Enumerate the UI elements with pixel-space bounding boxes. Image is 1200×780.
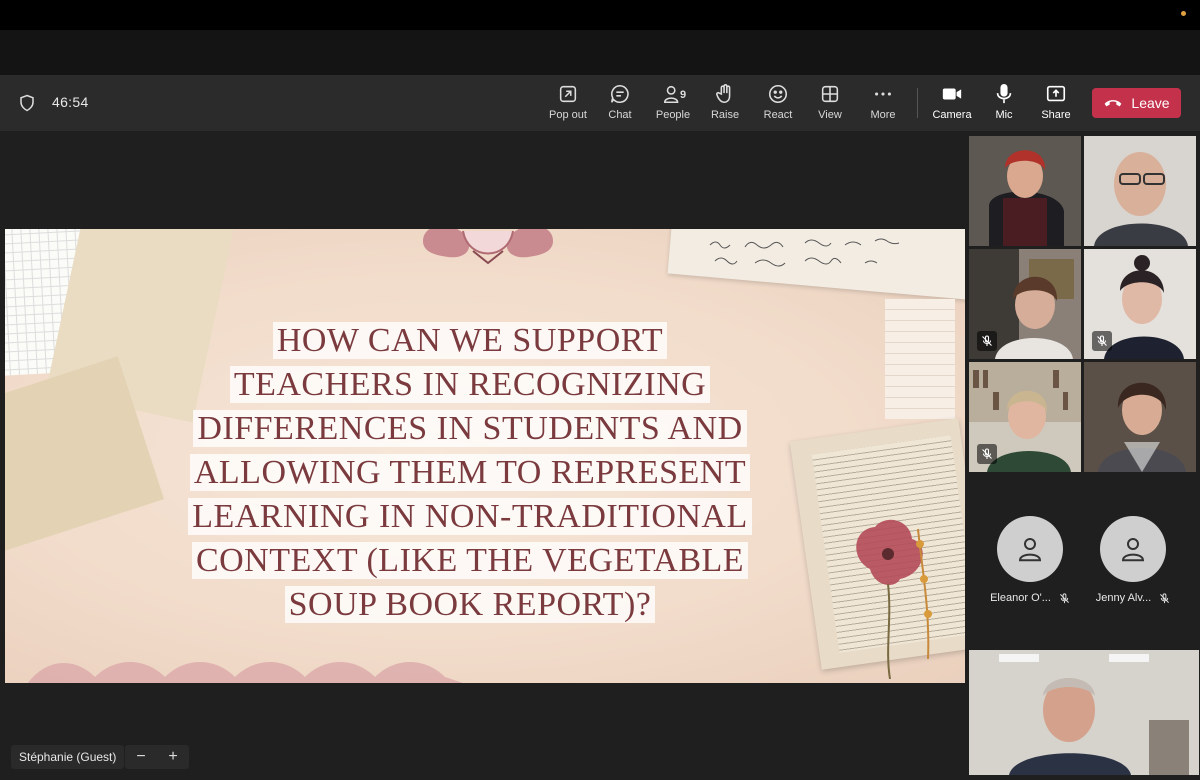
popout-button[interactable]: Pop out: [542, 83, 594, 125]
top-strip: [0, 0, 1200, 30]
participant-gallery: Eleanor O'... Jenny Alv...: [968, 131, 1200, 780]
ornament-bottom: [28, 662, 463, 683]
slide-line: LEARNING IN NON-TRADITIONAL: [188, 498, 752, 535]
zoom-control: − +: [125, 745, 189, 769]
muted-indicator: [977, 331, 997, 351]
leave-label: Leave: [1131, 95, 1170, 111]
shared-content-stage: HOW CAN WE SUPPORT TEACHERS IN RECOGNIZI…: [0, 131, 968, 780]
slide-line: TEACHERS IN RECOGNIZING: [229, 366, 711, 403]
zoom-in-button[interactable]: +: [168, 748, 177, 766]
muted-indicator: [977, 444, 997, 464]
participant-video-tile[interactable]: [969, 362, 1081, 472]
popout-label: Pop out: [549, 109, 587, 121]
mic-off-icon: [982, 448, 992, 459]
title-band: [0, 30, 1200, 75]
people-button[interactable]: 9 People: [647, 83, 699, 125]
camera-label: Camera: [932, 109, 972, 121]
mic-off-icon: [982, 335, 992, 346]
view-button[interactable]: View: [804, 83, 856, 125]
ornament-top: [423, 229, 553, 265]
pressed-flower-image: [856, 519, 932, 679]
hang-up-icon: [1105, 100, 1122, 107]
participant-video-image: [1084, 362, 1196, 472]
slide-line: CONTEXT (LIKE THE VEGETABLE: [191, 542, 749, 579]
react-label: React: [763, 109, 793, 121]
react-button[interactable]: React: [752, 83, 804, 125]
hand-icon: [715, 84, 731, 104]
mic-off-icon: [1097, 335, 1107, 346]
participant-video-image: [969, 650, 1199, 775]
mic-off-icon: [1160, 592, 1170, 603]
participant-name: Jenny Alv...: [1095, 592, 1152, 604]
slide-line: SOUP BOOK REPORT)?: [284, 586, 656, 623]
leave-button[interactable]: Leave: [1092, 88, 1181, 118]
participant-video-tile[interactable]: [969, 249, 1081, 359]
popout-icon: [559, 85, 577, 103]
grid-view-icon: [821, 85, 839, 103]
participant-name: Eleanor O'...: [990, 592, 1051, 604]
participant-video-tile[interactable]: [1084, 249, 1196, 359]
zoom-out-button[interactable]: −: [136, 748, 145, 766]
participant-avatar-tile[interactable]: Eleanor O'...: [980, 511, 1080, 611]
muted-indicator: [1092, 331, 1112, 351]
mic-off-icon: [1059, 592, 1069, 603]
participant-video-tile[interactable]: [969, 136, 1081, 246]
more-label: More: [870, 109, 896, 121]
handwriting: [705, 233, 925, 273]
microphone-icon: [996, 84, 1012, 104]
shield-icon[interactable]: [18, 94, 36, 112]
person-icon: [1018, 538, 1042, 562]
share-icon: [1046, 85, 1066, 102]
mic-label: Mic: [995, 109, 1013, 121]
camera-icon: [942, 88, 962, 100]
participant-video-image: [1084, 136, 1196, 246]
raise-hand-button[interactable]: Raise: [699, 83, 751, 125]
people-count: 9: [680, 89, 687, 101]
shared-slide: HOW CAN WE SUPPORT TEACHERS IN RECOGNIZI…: [5, 229, 965, 683]
person-icon: [1121, 538, 1145, 562]
lined-note: [885, 299, 955, 419]
participant-video-tile[interactable]: [1084, 136, 1196, 246]
participant-avatar-tile[interactable]: Jenny Alv...: [1083, 511, 1183, 611]
smiley-icon: [768, 84, 788, 104]
slide-line: DIFFERENCES IN STUDENTS AND: [193, 410, 747, 447]
avatar: [1100, 516, 1166, 582]
participant-video-tile[interactable]: [1084, 362, 1196, 472]
slide-line: HOW CAN WE SUPPORT: [272, 322, 668, 359]
avatar: [997, 516, 1063, 582]
status-dot: [1181, 11, 1186, 16]
raise-label: Raise: [710, 109, 740, 121]
more-icon: [875, 92, 891, 96]
view-label: View: [818, 109, 842, 121]
meeting-timer: 46:54: [52, 94, 89, 110]
meeting-toolbar: 46:54 Pop out Chat 9 People Raise React …: [0, 75, 1200, 131]
chat-icon: [610, 84, 629, 104]
mic-button[interactable]: Mic: [978, 83, 1030, 125]
chat-button[interactable]: Chat: [594, 83, 646, 125]
chat-label: Chat: [608, 109, 632, 121]
camera-button[interactable]: Camera: [926, 83, 978, 125]
presenter-name-tag: Stéphanie (Guest): [11, 745, 125, 769]
people-label: People: [655, 109, 691, 121]
participant-video-image: [969, 136, 1081, 246]
toolbar-divider: [917, 88, 918, 118]
share-label: Share: [1041, 109, 1071, 121]
participant-video-tile[interactable]: [969, 650, 1199, 775]
slide-question: HOW CAN WE SUPPORT TEACHERS IN RECOGNIZI…: [185, 319, 755, 627]
more-button[interactable]: More: [857, 83, 909, 125]
slide-line: ALLOWING THEM TO REPRESENT: [189, 454, 751, 491]
share-button[interactable]: Share: [1030, 83, 1082, 125]
